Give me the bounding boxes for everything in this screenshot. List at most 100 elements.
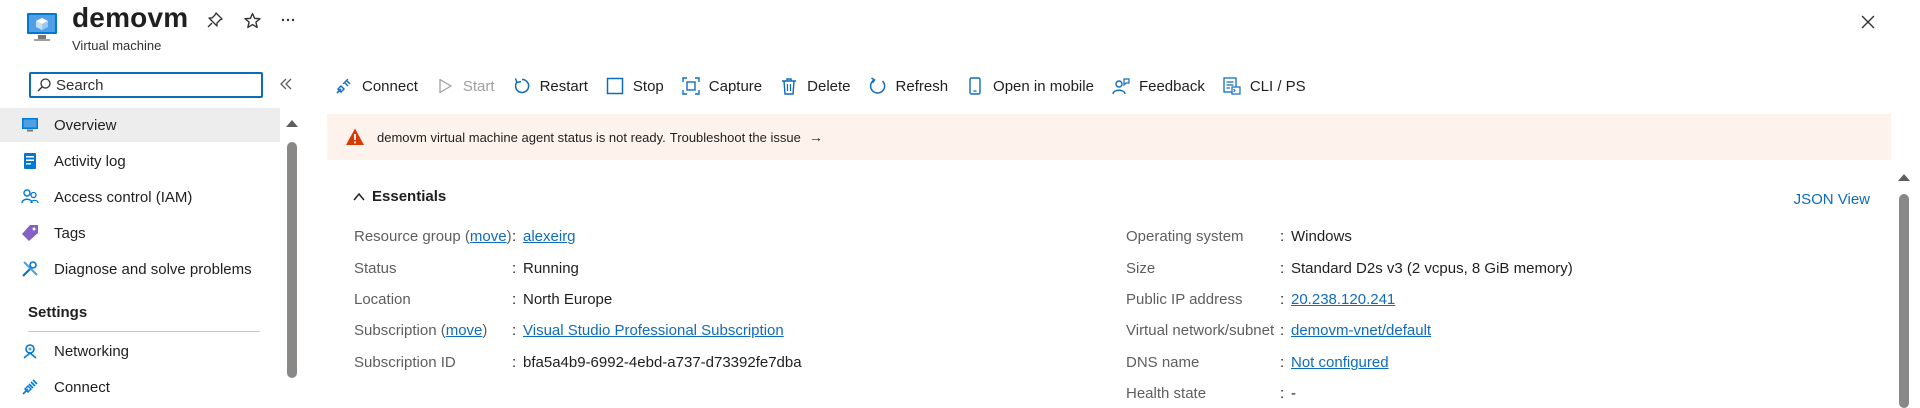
refresh-icon [868,76,888,96]
delete-button[interactable]: Delete [779,76,851,96]
cli-ps-label: CLI / PS [1249,77,1306,95]
troubleshoot-link[interactable]: Troubleshoot the issue [670,130,801,145]
vnet-link[interactable]: demovm-vnet/default [1291,322,1431,339]
play-icon [435,76,455,96]
property-colon: : [512,260,517,277]
wrench-icon [20,259,40,279]
tag-icon [20,223,40,243]
nav-item-label: Activity log [54,152,126,170]
stop-label: Stop [632,77,664,95]
nav-item-overview[interactable]: Overview [0,108,280,142]
location-label: Location [354,291,411,308]
favorite-button[interactable] [240,8,264,32]
nav-item-diagnose[interactable]: Diagnose and solve problems [20,252,280,286]
property-colon: : [1280,228,1285,245]
restart-button[interactable]: Restart [512,76,588,96]
page-subtitle: Virtual machine [72,38,162,53]
nav-item-connect[interactable]: Connect [20,370,280,404]
feedback-label: Feedback [1138,77,1205,95]
subscription-label: Subscription (move) [354,322,488,339]
pin-button[interactable] [203,8,227,32]
mobile-icon [965,76,985,96]
search-box[interactable] [29,72,263,98]
main-scrollbar-thumb[interactable] [1899,194,1909,408]
warning-icon [346,128,364,145]
os-value: Windows [1291,228,1352,245]
essentials-toggle[interactable]: Essentials [352,188,446,205]
command-bar: Connect Start Restart Stop Capture Delet… [334,72,1323,100]
scroll-up-icon [286,120,298,127]
collapse-menu-button[interactable] [278,76,294,92]
search-input[interactable] [52,76,260,94]
nav-item-access-control[interactable]: Access control (IAM) [20,180,280,214]
subscription-id-label: Subscription ID [354,354,456,371]
log-icon [20,151,40,171]
health-state-label: Health state [1126,385,1207,402]
star-icon [243,12,261,28]
dns-name-label: DNS name [1126,354,1200,371]
stop-icon [605,76,625,96]
connect-button[interactable]: Connect [334,76,418,96]
stop-button[interactable]: Stop [605,76,664,96]
main-scrollbar[interactable] [1896,170,1912,408]
nav-item-label: Connect [54,378,110,396]
property-colon: : [1280,322,1285,339]
people-icon [20,187,40,207]
arrow-right-icon[interactable]: → [809,129,823,145]
property-colon: : [512,322,517,339]
refresh-label: Refresh [895,77,949,95]
property-colon: : [512,228,517,245]
start-label: Start [462,77,495,95]
nav-scrollbar-thumb[interactable] [287,142,297,378]
close-icon [1861,15,1875,29]
double-chevron-left-icon [280,78,292,90]
nav-scrollbar[interactable] [284,116,300,408]
refresh-button[interactable]: Refresh [868,76,949,96]
page-title: demovm [72,2,189,33]
capture-button[interactable]: Capture [681,76,762,96]
property-colon: : [1280,354,1285,371]
virtual-machine-icon [26,12,58,42]
json-view-link[interactable]: JSON View [1794,191,1870,208]
resource-group-label: Resource group (move) [354,228,512,245]
trash-icon [779,76,799,96]
property-colon: : [1280,260,1285,277]
dns-name-link[interactable]: Not configured [1291,354,1389,371]
open-in-mobile-button[interactable]: Open in mobile [965,76,1094,96]
public-ip-link[interactable]: 20.238.120.241 [1291,291,1395,308]
status-value: Running [523,260,579,277]
size-label: Size [1126,260,1156,277]
move-resource-group-link[interactable]: move [470,228,507,245]
connect-label: Connect [362,77,418,95]
public-ip-label: Public IP address [1126,291,1243,308]
delete-label: Delete [807,77,851,95]
vnet-label: Virtual network/subnet [1126,322,1275,339]
cli-ps-button[interactable]: CLI / PS [1222,76,1306,96]
feedback-button[interactable]: Feedback [1111,76,1205,96]
open-in-mobile-label: Open in mobile [993,77,1094,95]
warning-banner: demovm virtual machine agent status is n… [327,114,1891,160]
property-colon: : [512,291,517,308]
nav-item-activity-log[interactable]: Activity log [20,144,280,178]
capture-label: Capture [708,77,763,95]
property-colon: : [1280,291,1285,308]
os-label: Operating system [1126,228,1244,245]
property-colon: : [512,354,517,371]
plug-icon [334,76,354,96]
nav-item-networking[interactable]: Networking [20,334,280,368]
nav-item-label: Overview [54,116,117,134]
nav-item-tags[interactable]: Tags [20,216,280,250]
move-subscription-link[interactable]: move [446,322,483,339]
restart-label: Restart [539,77,588,95]
nav-section-settings: Settings [28,304,88,321]
close-button[interactable] [1854,8,1882,36]
property-colon: : [1280,385,1285,402]
size-value: Standard D2s v3 (2 vcpus, 8 GiB memory) [1291,260,1573,277]
more-actions-button[interactable] [276,8,300,32]
network-icon [20,341,40,361]
nav-item-label: Networking [54,342,130,360]
subscription-link[interactable]: Visual Studio Professional Subscription [523,322,784,339]
start-button[interactable]: Start [435,76,495,96]
resource-group-link[interactable]: alexeirg [523,228,576,245]
banner-message: demovm virtual machine agent status is n… [377,129,666,145]
